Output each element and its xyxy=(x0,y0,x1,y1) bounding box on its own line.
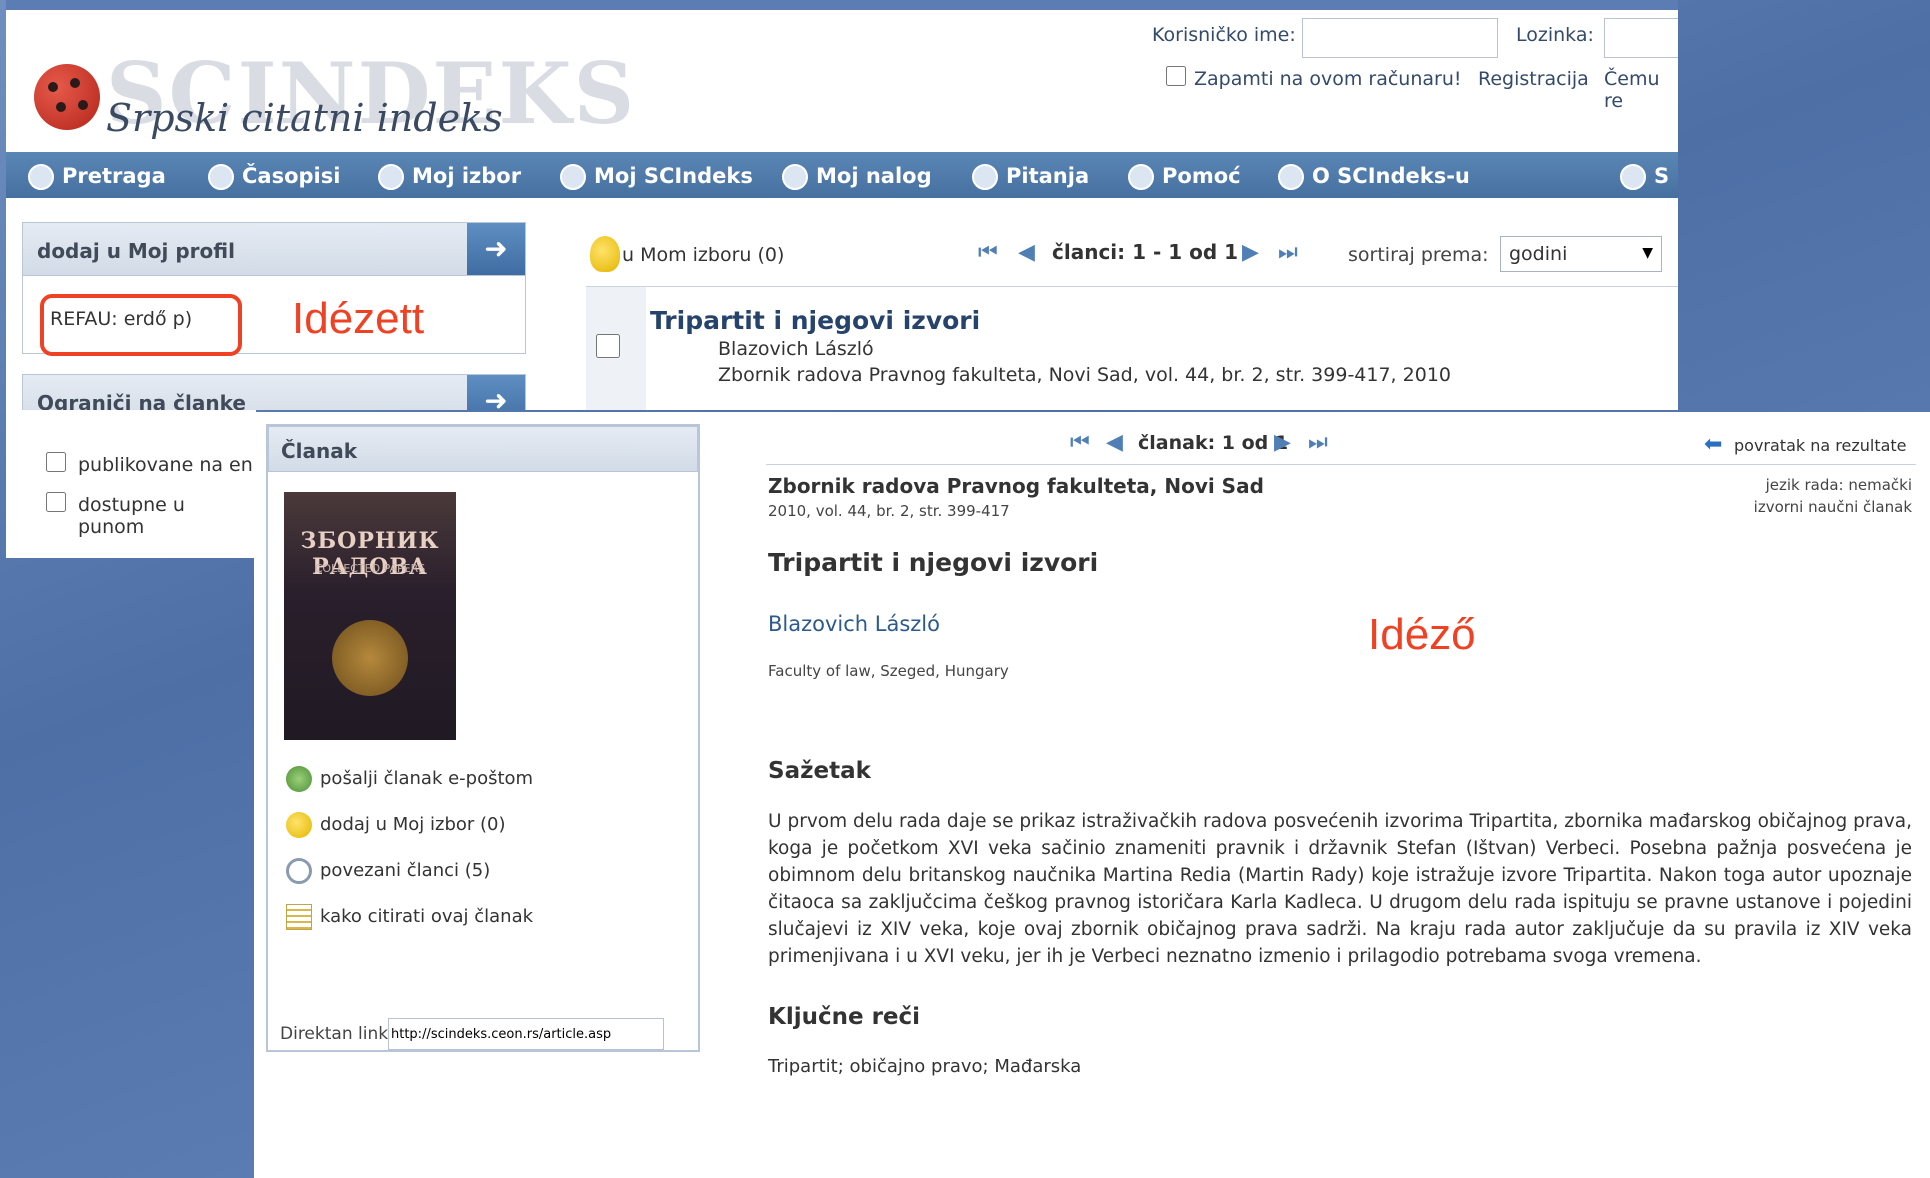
remember-checkbox[interactable] xyxy=(1166,66,1186,86)
account-icon xyxy=(782,164,808,190)
article-language: jezik rada: nemački xyxy=(1765,476,1912,494)
article-detail-screenshot: Članak ЗБОРНИК РАДОВА COLLECTED PAPERS p… xyxy=(254,412,1930,1178)
cited-label: Idézett xyxy=(292,294,425,343)
add-to-profile-button[interactable]: ➜ xyxy=(467,223,525,275)
magnifier-icon xyxy=(28,164,54,190)
gear-icon xyxy=(1278,164,1304,190)
selection-count[interactable]: u Mom izboru (0) xyxy=(622,244,784,266)
citing-label: Idéző xyxy=(1368,610,1476,659)
sort-label: sortiraj prema: xyxy=(1348,244,1489,266)
direct-link-input[interactable] xyxy=(388,1018,664,1050)
email-person-icon xyxy=(286,766,312,792)
register-link[interactable]: Registracija xyxy=(1478,68,1589,90)
back-to-results-link[interactable]: povratak na rezultate xyxy=(1734,436,1907,455)
article-author-link[interactable]: Blazovich László xyxy=(768,612,940,636)
article-title: Tripartit i njegovi izvori xyxy=(768,548,1099,577)
divider xyxy=(586,286,1678,287)
plus-help-icon xyxy=(1128,164,1154,190)
link-icon xyxy=(286,858,312,884)
nav-more[interactable]: S xyxy=(1620,164,1669,190)
back-arrow-icon[interactable]: ⬅ xyxy=(1704,432,1722,457)
journal-name[interactable]: Zbornik radova Pravnog fakulteta, Novi S… xyxy=(768,474,1264,498)
pushpin-icon xyxy=(590,236,620,272)
result-title-link[interactable]: Tripartit i njegovi izvori xyxy=(650,306,980,335)
pushpin-icon xyxy=(378,164,404,190)
results-pager: članci: 1 - 1 od 1 xyxy=(1052,240,1239,264)
abstract-heading: Sažetak xyxy=(768,758,871,784)
prev-article-icon[interactable]: ◀ xyxy=(1106,430,1123,455)
author-affiliation: Faculty of law, Szeged, Hungary xyxy=(768,662,1009,680)
citation-info: 2010, vol. 44, br. 2, str. 399-417 xyxy=(768,502,1010,520)
limit-box-title: Ograniči na članke xyxy=(37,391,246,410)
nav-questions[interactable]: Pitanja xyxy=(972,164,1089,190)
journal-cover-image: ЗБОРНИК РАДОВА COLLECTED PAPERS xyxy=(284,492,456,740)
nav-my-scindeks[interactable]: Moj SCIndeks xyxy=(560,164,753,190)
profile-box-title: dodaj u Moj profil xyxy=(37,239,235,263)
abstract-text: U prvom delu rada daje se prikaz istraži… xyxy=(768,811,1912,967)
ladybug-logo-icon xyxy=(34,64,100,130)
pushpin-icon xyxy=(286,812,312,838)
username-label: Korisničko ime: xyxy=(1152,24,1296,46)
main-nav: Pretraga Časopisi Moj izbor Moj SCIndeks… xyxy=(6,152,1678,198)
question-icon xyxy=(972,164,998,190)
sort-select-value: godini xyxy=(1509,243,1568,265)
result-checkbox[interactable] xyxy=(596,334,620,358)
limit-option-published: publikovane na en xyxy=(78,454,253,476)
nav-help[interactable]: Pomoć xyxy=(1128,164,1241,190)
sort-select[interactable]: godini ▼ xyxy=(1500,236,1662,272)
highlight-box xyxy=(40,294,242,356)
divider xyxy=(766,464,1916,465)
article-pager: članak: 1 od 1 xyxy=(1138,432,1289,454)
add-to-selection-link[interactable]: dodaj u Moj izbor (0) xyxy=(286,812,506,838)
how-to-cite-link[interactable]: kako citirati ovaj članak xyxy=(286,904,533,930)
limit-options-area: publikovane na en dostupne u punom xyxy=(6,410,256,558)
globe-icon xyxy=(1620,164,1646,190)
limit-box-header: Ograniči na članke ➜ xyxy=(22,374,526,410)
chevron-down-icon: ▼ xyxy=(1642,245,1653,261)
direct-link-label: Direktan link xyxy=(280,1024,389,1044)
limit-apply-button[interactable]: ➜ xyxy=(467,375,525,410)
nav-journals[interactable]: Časopisi xyxy=(208,164,340,190)
nav-about[interactable]: O SCIndeks-u xyxy=(1278,164,1470,190)
limit-fulltext-checkbox[interactable] xyxy=(46,492,66,512)
last-article-icon[interactable]: ⏭ xyxy=(1308,430,1328,455)
result-author[interactable]: Blazovich László xyxy=(718,338,874,360)
article-type: izvorni naučni članak xyxy=(1753,498,1912,516)
document-list-icon xyxy=(286,904,312,930)
password-input[interactable] xyxy=(1604,18,1678,58)
search-results-screenshot: SCINDEKS Srpski citatni indeks Korisničk… xyxy=(6,0,1678,410)
person-icon xyxy=(560,164,586,190)
last-page-icon[interactable]: ⏭ xyxy=(1278,240,1298,265)
next-page-icon[interactable]: ▶ xyxy=(1242,240,1259,265)
first-article-icon[interactable]: ⏮ xyxy=(1070,430,1090,455)
prev-page-icon[interactable]: ◀ xyxy=(1018,240,1035,265)
panel-header: Članak xyxy=(268,426,698,472)
seal-icon xyxy=(332,620,408,696)
logo-subtitle: Srpski citatni indeks xyxy=(106,96,503,140)
panel-title: Članak xyxy=(281,439,358,463)
profile-box-header: dodaj u Moj profil ➜ xyxy=(22,222,526,276)
cover-subtitle: COLLECTED PAPERS xyxy=(314,562,426,575)
nav-my-account[interactable]: Moj nalog xyxy=(782,164,932,190)
next-article-icon[interactable]: ▶ xyxy=(1274,430,1291,455)
remember-label: Zapamti na ovom računaru! xyxy=(1194,68,1462,90)
nav-search[interactable]: Pretraga xyxy=(28,164,166,190)
top-strip xyxy=(6,0,1678,10)
why-register-link[interactable]: Čemu re xyxy=(1604,68,1678,112)
first-page-icon[interactable]: ⏮ xyxy=(978,240,998,265)
books-icon xyxy=(208,164,234,190)
nav-my-selection[interactable]: Moj izbor xyxy=(378,164,521,190)
password-label: Lozinka: xyxy=(1516,24,1594,46)
article-side-panel: Članak ЗБОРНИК РАДОВА COLLECTED PAPERS p… xyxy=(266,424,700,1052)
limit-published-checkbox[interactable] xyxy=(46,452,66,472)
username-input[interactable] xyxy=(1302,18,1498,58)
limit-option-fulltext: dostupne u punom xyxy=(78,494,185,538)
related-articles-link[interactable]: povezani članci (5) xyxy=(286,858,490,884)
keywords-heading: Ključne reči xyxy=(768,1004,921,1030)
keywords-text: Tripartit; običajno pravo; Mađarska xyxy=(768,1056,1082,1077)
email-article-link[interactable]: pošalji članak e-poštom xyxy=(286,766,533,792)
result-source: Zbornik radova Pravnog fakulteta, Novi S… xyxy=(718,364,1451,386)
